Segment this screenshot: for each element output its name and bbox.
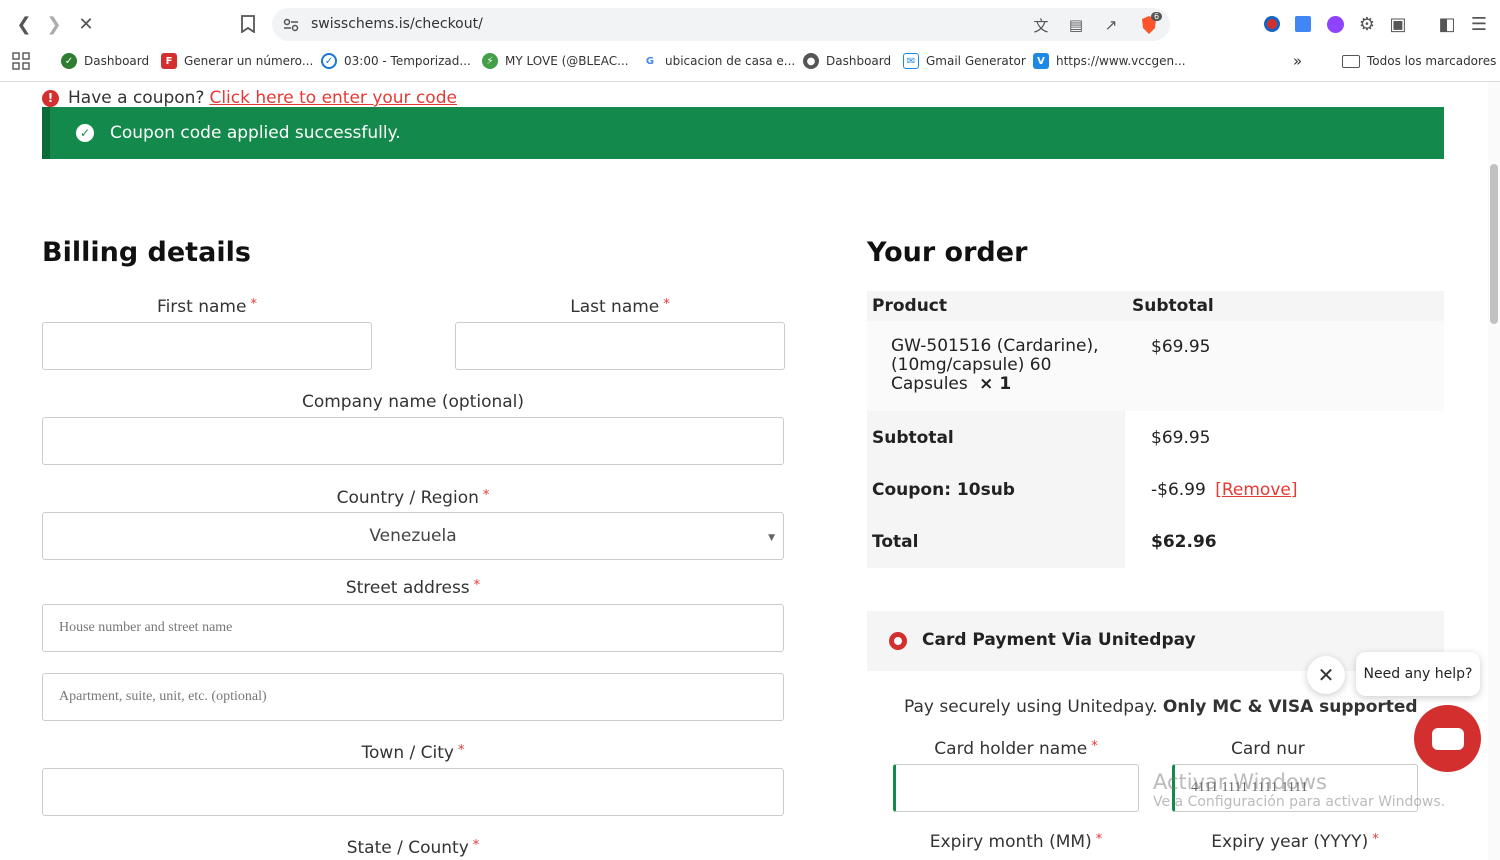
coupon-success-message: ✓ Coupon code applied successfully.	[42, 107, 1444, 159]
card-holder-label: Card holder name *	[934, 739, 1098, 759]
scrollbar-thumb[interactable]	[1490, 164, 1498, 324]
bolt-favicon-icon: ⚡	[482, 53, 498, 69]
coupon-discount: -$6.99 [Remove]	[1151, 480, 1298, 500]
payment-description: Pay securely using Unitedpay. Only MC & …	[904, 697, 1418, 717]
chat-icon	[1431, 727, 1464, 750]
total-value: $62.96	[1151, 532, 1217, 552]
translate-icon[interactable]: 文	[1030, 14, 1052, 36]
product-name: GW-501516 (Cardarine), (10mg/capsule) 60…	[891, 336, 1099, 394]
url-text[interactable]: swisschems.is/checkout/	[311, 16, 483, 32]
subtotal-column-header: Subtotal	[1132, 296, 1214, 316]
extension-1-icon[interactable]	[1260, 12, 1284, 36]
address-bar[interactable]: swisschems.is/checkout/ 文 ▤ ↗ 6	[272, 8, 1170, 41]
chat-close-button[interactable]: ✕	[1307, 656, 1345, 694]
more-bookmarks-icon[interactable]: »	[1293, 51, 1302, 71]
billing-title: Billing details	[42, 237, 251, 268]
dashboard-favicon-icon: ✓	[61, 53, 77, 69]
sidebar-toggle-icon[interactable]: ◧	[1435, 12, 1459, 36]
chat-prompt: Need any help?	[1356, 652, 1480, 696]
alert-icon: !	[42, 89, 59, 107]
reader-mode-icon[interactable]: ▤	[1065, 14, 1087, 36]
last-name-label: Last name *	[570, 297, 670, 317]
tab-groups-icon[interactable]: ▣	[1386, 12, 1410, 36]
globe-favicon-icon: ●	[803, 53, 819, 69]
bookmark-dashboard-2[interactable]: ● Dashboard	[803, 51, 891, 71]
expiry-year-label: Expiry year (YYYY) *	[1211, 832, 1379, 852]
street-label: Street address *	[345, 578, 481, 598]
enter-coupon-link[interactable]: Click here to enter your code	[209, 88, 456, 108]
payment-section: Card Payment Via Unitedpay Pay securely …	[867, 611, 1444, 860]
apartment-input[interactable]: Apartment, suite, unit, etc. (optional)	[42, 673, 784, 721]
v-favicon-icon: V	[1033, 53, 1049, 69]
card-holder-input[interactable]	[893, 764, 1139, 812]
bookmark-icon[interactable]	[236, 12, 260, 36]
state-label: State / County *	[346, 838, 480, 858]
coupon-label: Coupon: 10sub	[872, 480, 1015, 500]
bookmark-temporizador[interactable]: ✓ 03:00 - Temporizad...	[321, 51, 471, 71]
company-label: Company name (optional)	[301, 392, 525, 412]
payment-method-radio[interactable]	[889, 632, 907, 650]
payment-method-label: Card Payment Via Unitedpay	[922, 630, 1196, 650]
bookmark-my-love[interactable]: ⚡ MY LOVE (@BLEAC...	[482, 51, 629, 71]
share-icon[interactable]: ↗	[1100, 14, 1122, 36]
bookmark-ubicacion[interactable]: Gubicacion de casa e...	[642, 51, 795, 71]
extension-3-icon[interactable]	[1323, 12, 1347, 36]
coupon-notice: ! Have a coupon? Click here to enter you…	[42, 88, 457, 108]
country-select[interactable]: Venezuela ▼	[42, 512, 784, 560]
order-table-header: Product Subtotal	[867, 291, 1444, 321]
expiry-month-label: Expiry month (MM) *	[929, 832, 1103, 852]
page-scrollbar[interactable]	[1488, 82, 1500, 860]
town-label: Town / City *	[361, 743, 465, 763]
site-settings-icon[interactable]	[280, 14, 302, 36]
stop-loading-icon[interactable]: ✕	[74, 12, 98, 36]
product-column-header: Product	[872, 296, 947, 316]
subtotal-value: $69.95	[1151, 428, 1211, 448]
forward-icon[interactable]: ❯	[42, 12, 66, 36]
remove-coupon-link[interactable]: [Remove]	[1215, 480, 1297, 500]
bookmarks-bar: ✓ Dashboard F Generar un número... ✓ 03:00 …	[0, 46, 1500, 76]
total-label: Total	[872, 532, 919, 552]
street-address-input[interactable]: House number and street name	[42, 604, 784, 652]
country-label: Country / Region *	[336, 488, 490, 508]
checkout-page: ! Have a coupon? Click here to enter you…	[0, 82, 1488, 860]
mail-favicon-icon: ✉	[903, 53, 919, 69]
last-name-input[interactable]	[455, 322, 785, 370]
windows-activation-watermark: Activar Windows Ve a Configuración para …	[1153, 770, 1446, 810]
folder-icon	[1342, 54, 1360, 68]
card-number-label: Card nur	[1231, 739, 1305, 759]
apps-grid-icon[interactable]	[12, 51, 30, 71]
google-favicon-icon: G	[642, 53, 658, 69]
translate-extension-icon[interactable]	[1291, 12, 1315, 36]
extensions-puzzle-icon[interactable]: ⚙	[1355, 12, 1379, 36]
dropdown-arrow-icon: ▼	[768, 533, 775, 543]
back-icon[interactable]: ❮	[12, 12, 36, 36]
chat-launcher-button[interactable]	[1414, 705, 1481, 772]
all-bookmarks-folder[interactable]: Todos los marcadores	[1342, 51, 1496, 71]
subtotal-label: Subtotal	[872, 428, 954, 448]
check-circle-icon: ✓	[76, 124, 94, 142]
timer-favicon-icon: ✓	[321, 53, 337, 69]
bookmark-gmail-generator[interactable]: ✉ Gmail Generator	[903, 51, 1026, 71]
order-title: Your order	[867, 237, 1028, 268]
brave-shield-icon[interactable]: 6	[1138, 12, 1163, 36]
town-input[interactable]	[42, 768, 784, 816]
first-name-input[interactable]	[42, 322, 372, 370]
company-input[interactable]	[42, 417, 784, 465]
bookmark-dashboard-1[interactable]: ✓ Dashboard	[61, 51, 149, 71]
bookmark-vccgen[interactable]: Vhttps://www.vccgen...	[1033, 51, 1186, 71]
menu-icon[interactable]: ☰	[1467, 12, 1491, 36]
browser-chrome: ❮ ❯ ✕ swisschems.is/checkout/ 文 ▤ ↗ 6 ⚙ …	[0, 0, 1500, 82]
f-favicon-icon: F	[161, 53, 177, 69]
product-price: $69.95	[1151, 337, 1211, 357]
shield-count-badge: 6	[1151, 12, 1163, 21]
bookmark-generar-numero[interactable]: F Generar un número...	[161, 51, 313, 71]
first-name-label: First name *	[157, 297, 257, 317]
